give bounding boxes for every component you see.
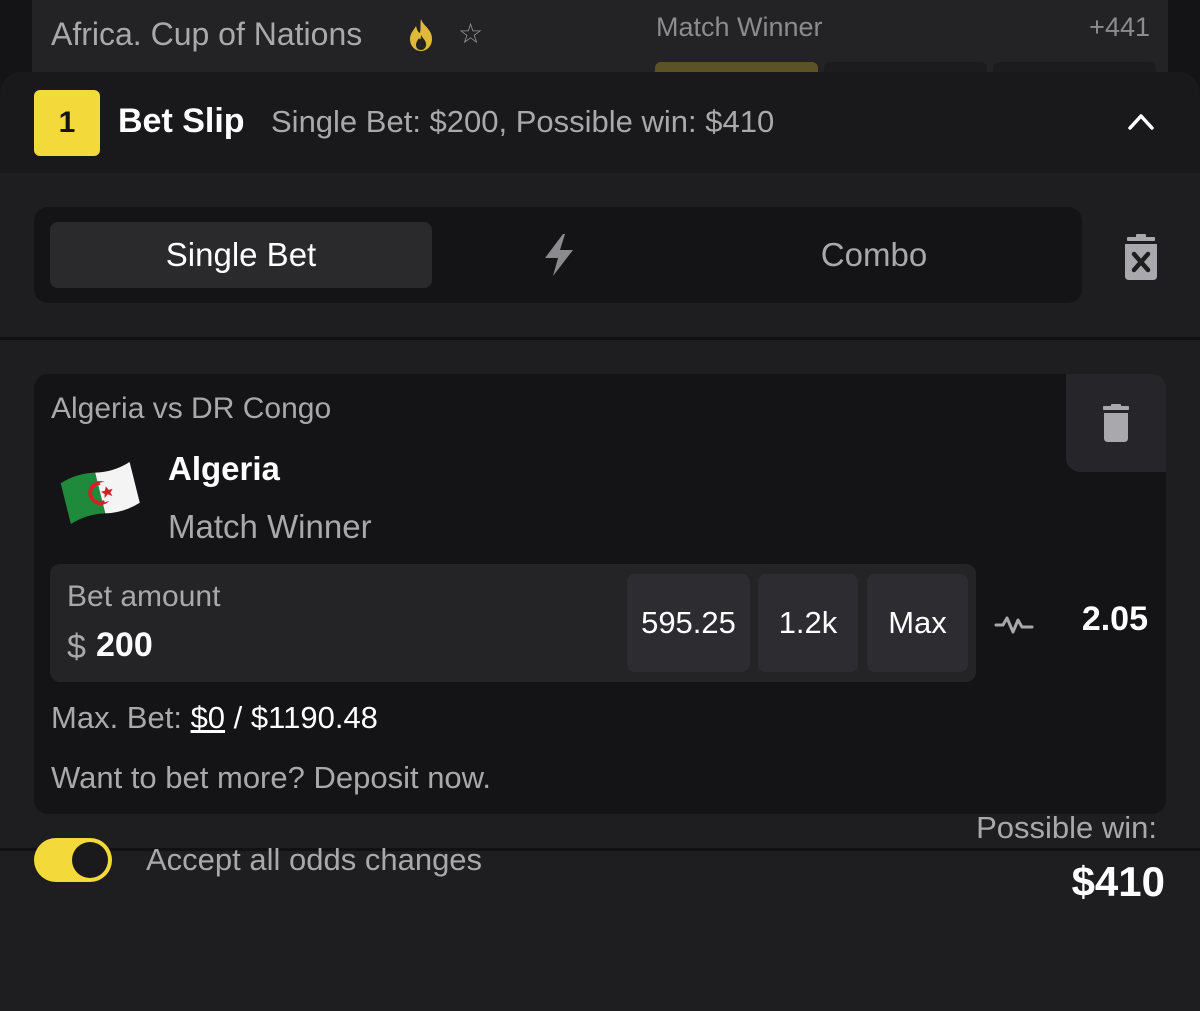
bet-card: Algeria vs DR Congo Algeria Match Winner…	[34, 374, 1166, 814]
currency-symbol: $	[67, 628, 86, 666]
quick-amount-button[interactable]: 1.2k	[758, 574, 858, 672]
fire-icon	[410, 19, 432, 51]
max-bet-label: Max. Bet:	[51, 700, 182, 735]
quick-amount-button[interactable]: 595.25	[627, 574, 750, 672]
bet-slip-panel: 1 Bet Slip Single Bet: $200, Possible wi…	[0, 72, 1200, 1011]
odds-trend-icon	[994, 616, 1034, 634]
bet-amount-field[interactable]: Bet amount $ 200 595.25 1.2k Max	[50, 564, 976, 682]
bet-slip-summary: Single Bet: $200, Possible win: $410	[271, 104, 775, 139]
tournament-title: Africa. Cup of Nations	[51, 16, 363, 52]
bet-amount-input[interactable]: 200	[96, 626, 153, 665]
possible-win-value: $410	[1071, 858, 1165, 905]
max-bet-current-link[interactable]: $0	[191, 700, 225, 735]
accept-odds-toggle[interactable]	[34, 838, 112, 882]
chevron-up-icon[interactable]	[1126, 110, 1156, 132]
max-amount-button[interactable]: Max	[867, 574, 968, 672]
odds-value: 2.05	[1081, 600, 1148, 638]
tab-combo[interactable]: Combo	[734, 222, 1014, 288]
more-markets-count[interactable]: +441	[1089, 12, 1150, 43]
trash-x-icon[interactable]	[1122, 234, 1160, 280]
market-header: Match Winner	[656, 12, 823, 42]
max-bet-info: Max. Bet: $0 / $1190.48	[51, 700, 378, 736]
bet-slip-header[interactable]: 1 Bet Slip Single Bet: $200, Possible wi…	[0, 72, 1200, 173]
possible-win-label: Possible win:	[976, 810, 1157, 845]
selection-name: Algeria	[168, 450, 280, 487]
lightning-icon	[545, 234, 573, 276]
deposit-link[interactable]: Want to bet more? Deposit now.	[51, 760, 491, 796]
match-title: Algeria vs DR Congo	[51, 392, 332, 425]
remove-bet-button[interactable]	[1066, 374, 1166, 472]
bet-amount-label: Bet amount	[67, 580, 221, 613]
trash-icon	[1103, 404, 1129, 442]
star-icon[interactable]: ☆	[458, 20, 483, 48]
bet-slip-title: Bet Slip	[118, 102, 245, 140]
selection-market: Match Winner	[168, 508, 372, 545]
accept-odds-label: Accept all odds changes	[146, 842, 483, 877]
algeria-flag-icon	[60, 461, 140, 524]
divider	[0, 337, 1200, 340]
tab-single-bet[interactable]: Single Bet	[50, 222, 432, 288]
bet-count-badge: 1	[34, 90, 100, 156]
bet-type-switch: Single Bet Combo	[34, 207, 1082, 303]
toggle-knob	[72, 842, 108, 878]
max-bet-limit: $1190.48	[250, 700, 378, 735]
max-bet-separator: /	[233, 700, 243, 735]
